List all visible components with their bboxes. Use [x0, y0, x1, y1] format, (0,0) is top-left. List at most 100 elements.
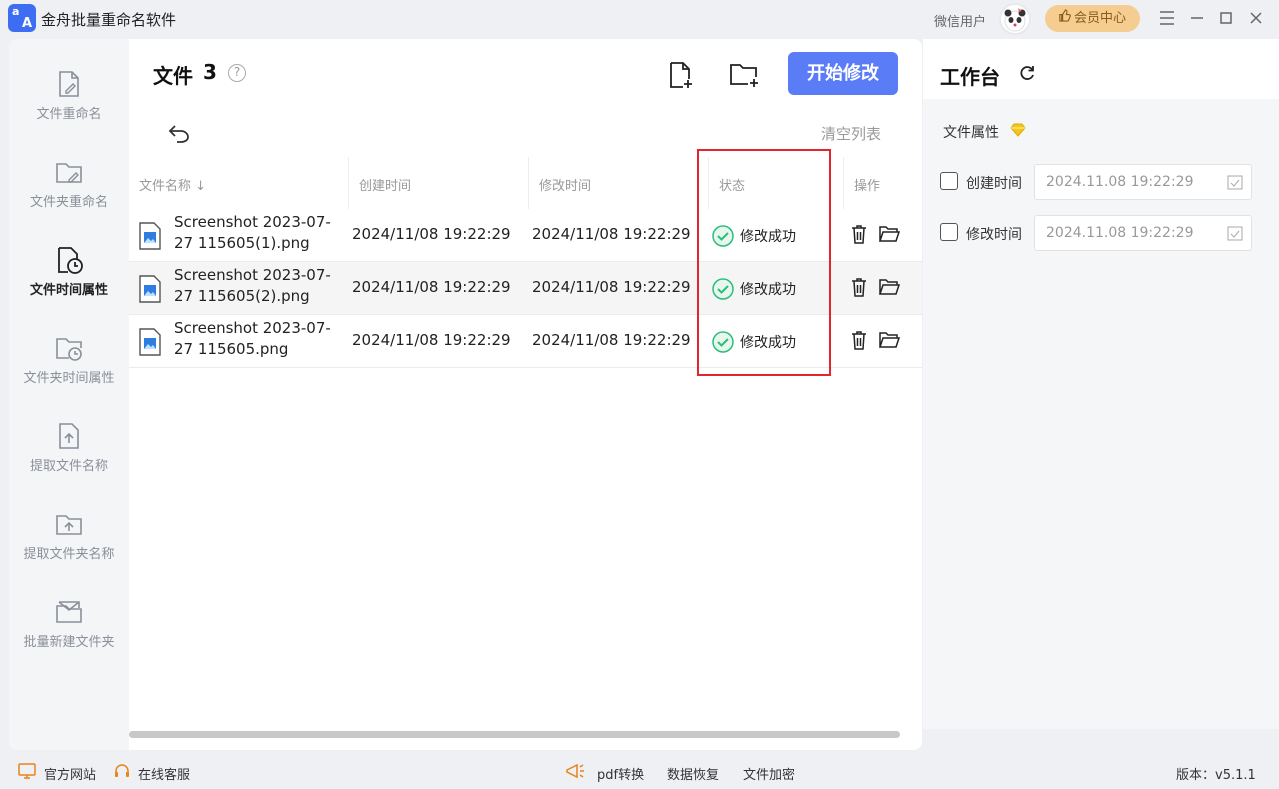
- app-logo-icon: a A: [8, 4, 36, 32]
- sidebar-item-label: 文件时间属性: [29, 283, 108, 298]
- mail-folder-icon: [56, 601, 82, 623]
- image-file-icon: [139, 222, 161, 250]
- close-icon[interactable]: [1246, 8, 1266, 28]
- sidebar-item-extract-folder-name[interactable]: 提取文件夹名称: [9, 509, 129, 589]
- workbench-title: 工作台: [940, 65, 1000, 89]
- title-bar: a A 金舟批量重命名软件 微信用户 会员中心: [0, 0, 1279, 38]
- sidebar-item-label: 文件夹重命名: [29, 195, 108, 210]
- folder-clock-icon: [56, 338, 82, 361]
- open-folder-icon[interactable]: [878, 276, 900, 298]
- user-name[interactable]: 微信用户: [934, 11, 986, 30]
- add-file-icon[interactable]: [664, 59, 696, 91]
- start-modify-button[interactable]: 开始修改: [788, 52, 898, 95]
- image-file-icon: [139, 275, 161, 303]
- vip-center-button[interactable]: 会员中心: [1045, 5, 1140, 32]
- clear-list-button[interactable]: 清空列表: [821, 123, 881, 144]
- created-time-label: 创建时间: [966, 176, 1022, 192]
- column-divider[interactable]: [843, 157, 844, 209]
- file-name-line: 27 115605(2).png: [174, 287, 310, 305]
- calendar-icon[interactable]: [1227, 174, 1243, 190]
- workbench-header: 工作台: [923, 39, 1279, 99]
- official-website-link[interactable]: 官方网站: [44, 764, 96, 783]
- online-support-link[interactable]: 在线客服: [138, 764, 190, 783]
- sidebar-item-label: 批量新建文件夹: [23, 635, 115, 650]
- file-list-panel: 文件 3 ? 开始修改 清空列表 文件名称 ↓ 创建时间 修改时间 状态 操作 …: [129, 39, 922, 750]
- column-header-name[interactable]: 文件名称 ↓: [139, 175, 206, 194]
- column-divider[interactable]: [348, 157, 349, 209]
- file-name-line: Screenshot 2023-07-: [174, 319, 331, 337]
- file-name: Screenshot 2023-07- 27 115605.png: [174, 318, 339, 360]
- file-name-line: 27 115605(1).png: [174, 234, 310, 252]
- horizontal-scrollbar[interactable]: [129, 731, 900, 738]
- open-folder-icon[interactable]: [878, 223, 900, 245]
- avatar[interactable]: [999, 3, 1031, 35]
- file-name: Screenshot 2023-07- 27 115605(1).png: [174, 212, 339, 254]
- status-highlight-box: [697, 149, 831, 376]
- created-time-value: 2024.11.08 19:22:29: [1046, 174, 1194, 190]
- menu-icon[interactable]: [1157, 8, 1177, 28]
- logo-letter-large: A: [21, 16, 32, 31]
- open-folder-icon[interactable]: [878, 329, 900, 351]
- trash-icon[interactable]: [849, 276, 869, 298]
- modified-time-checkbox[interactable]: [940, 223, 958, 241]
- add-folder-icon[interactable]: [727, 59, 761, 91]
- sidebar-item-label: 文件夹时间属性: [23, 371, 115, 386]
- data-recovery-link[interactable]: 数据恢复: [667, 764, 719, 783]
- sidebar-item-label: 提取文件夹名称: [23, 547, 115, 562]
- sidebar: 文件重命名 文件夹重命名 文件时间属性 文件夹时间属性 提取文件名称 提取文件夹…: [9, 39, 129, 750]
- diamond-vip-icon: [1010, 123, 1026, 137]
- logo-letter-small: a: [12, 5, 20, 18]
- megaphone-icon: [566, 763, 584, 779]
- minimize-icon[interactable]: [1187, 8, 1207, 28]
- modified-time: 2024/11/08 19:22:29: [532, 331, 691, 349]
- website-icon: [18, 763, 36, 779]
- sidebar-item-file-time[interactable]: 文件时间属性: [9, 245, 129, 325]
- pdf-convert-link[interactable]: pdf转换: [597, 764, 644, 783]
- file-upload-icon: [59, 423, 79, 449]
- column-header-actions: 操作: [854, 179, 881, 194]
- created-time: 2024/11/08 19:22:29: [352, 278, 511, 296]
- help-icon[interactable]: ?: [228, 64, 246, 82]
- trash-icon[interactable]: [849, 329, 869, 351]
- modified-time: 2024/11/08 19:22:29: [532, 278, 691, 296]
- file-name-line: Screenshot 2023-07-: [174, 213, 331, 231]
- calendar-icon[interactable]: [1227, 225, 1243, 241]
- panda-avatar-icon: [1004, 8, 1026, 32]
- modified-time-input[interactable]: 2024.11.08 19:22:29: [1034, 215, 1252, 251]
- sidebar-item-folder-rename[interactable]: 文件夹重命名: [9, 157, 129, 237]
- thumbs-up-icon: [1058, 5, 1071, 32]
- created-time: 2024/11/08 19:22:29: [352, 331, 511, 349]
- sidebar-item-file-rename[interactable]: 文件重命名: [9, 69, 129, 149]
- trash-icon[interactable]: [849, 223, 869, 245]
- sidebar-item-batch-new-folder[interactable]: 批量新建文件夹: [9, 597, 129, 677]
- sidebar-item-label: 文件重命名: [36, 107, 102, 122]
- workbench-panel: 工作台 文件属性 创建时间 2024.11.08 19:22:29 修改时间 2…: [923, 39, 1279, 750]
- image-file-icon: [139, 328, 161, 356]
- undo-icon[interactable]: [167, 121, 191, 145]
- file-name: Screenshot 2023-07- 27 115605(2).png: [174, 265, 339, 307]
- column-divider[interactable]: [528, 157, 529, 209]
- created-time-checkbox[interactable]: [940, 172, 958, 190]
- sidebar-item-extract-file-name[interactable]: 提取文件名称: [9, 421, 129, 501]
- sidebar-item-label: 提取文件名称: [29, 459, 108, 474]
- folder-upload-icon: [56, 515, 82, 535]
- file-encrypt-link[interactable]: 文件加密: [743, 764, 795, 783]
- created-time: 2024/11/08 19:22:29: [352, 225, 511, 243]
- refresh-icon[interactable]: [1017, 63, 1037, 83]
- file-edit-icon: [59, 71, 79, 97]
- column-header-created: 创建时间: [359, 179, 412, 194]
- created-time-input[interactable]: 2024.11.08 19:22:29: [1034, 164, 1252, 200]
- modified-time: 2024/11/08 19:22:29: [532, 225, 691, 243]
- footer: 官方网站 在线客服 pdf转换 数据恢复 文件加密 版本：v5.1.1: [0, 750, 1279, 789]
- file-count: 3: [203, 60, 217, 84]
- app-title: 金舟批量重命名软件: [41, 11, 177, 29]
- folder-edit-icon: [56, 163, 82, 183]
- vip-label: 会员中心: [1074, 11, 1127, 26]
- page-title: 文件: [153, 64, 193, 88]
- file-clock-icon: [58, 247, 83, 274]
- modified-time-value: 2024.11.08 19:22:29: [1046, 225, 1194, 241]
- file-name-line: 27 115605.png: [174, 340, 289, 358]
- maximize-icon[interactable]: [1216, 8, 1236, 28]
- version-label: 版本：v5.1.1: [1176, 768, 1256, 783]
- sidebar-item-folder-time[interactable]: 文件夹时间属性: [9, 333, 129, 413]
